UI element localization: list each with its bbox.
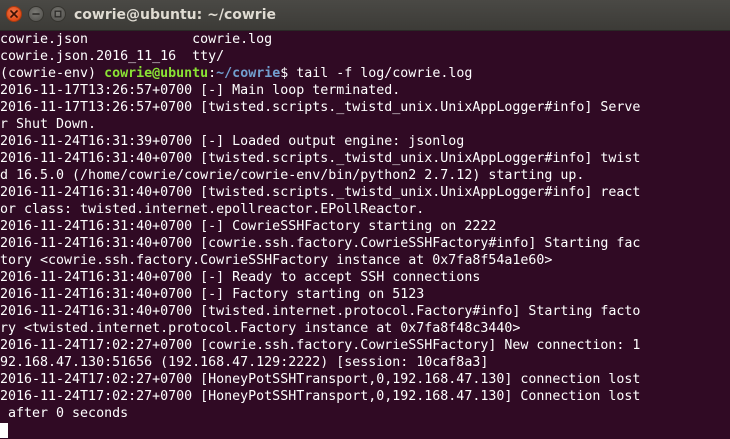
cursor-line bbox=[0, 422, 730, 439]
log-line: tory <cowrie.ssh.factory.CowrieSSHFactor… bbox=[0, 253, 553, 268]
log-line: 92.168.47.130:51656 (192.168.47.129:2222… bbox=[0, 355, 489, 370]
log-line: 2016-11-24T16:31:40+0700 [-] Ready to ac… bbox=[0, 270, 481, 285]
command-prompt-line: (cowrie-env) cowrie@ubuntu:~/cowrie$ tai… bbox=[0, 65, 730, 82]
log-line: 2016-11-24T16:31:40+0700 [-] Factory sta… bbox=[0, 287, 425, 302]
prompt-separator: : bbox=[208, 66, 217, 81]
minimize-icon bbox=[32, 13, 40, 15]
prompt-command: tail -f log/cowrie.log bbox=[296, 66, 473, 81]
log-line: 2016-11-24T17:02:27+0700 [HoneyPotSSHTra… bbox=[0, 372, 641, 387]
log-line: 2016-11-24T17:02:27+0700 [HoneyPotSSHTra… bbox=[0, 389, 641, 404]
window-title: cowrie@ubuntu: ~/cowrie bbox=[74, 7, 276, 23]
log-line: 2016-11-17T13:26:57+0700 [-] Main loop t… bbox=[0, 83, 401, 98]
log-line: r Shut Down. bbox=[0, 117, 97, 132]
terminal-window: cowrie@ubuntu: ~/cowrie cowrie.json cowr… bbox=[0, 0, 730, 439]
terminal-output[interactable]: cowrie.json cowrie.log cowrie.json.2016_… bbox=[0, 31, 730, 439]
maximize-button[interactable] bbox=[50, 6, 66, 22]
log-line: 2016-11-17T13:26:57+0700 [twisted.script… bbox=[0, 100, 641, 115]
log-line: after 0 seconds bbox=[0, 406, 129, 421]
log-line: 2016-11-24T17:02:27+0700 [cowrie.ssh.fac… bbox=[0, 338, 641, 353]
log-line: 2016-11-24T16:31:40+0700 [twisted.script… bbox=[0, 185, 641, 200]
ls-output-line: cowrie.json.2016_11_16 tty/ bbox=[0, 49, 225, 64]
terminal-scrollbar[interactable] bbox=[720, 31, 730, 439]
log-line: 2016-11-24T16:31:40+0700 [twisted.script… bbox=[0, 151, 641, 166]
log-line: d 16.5.0 (/home/cowrie/cowrie/cowrie-env… bbox=[0, 168, 585, 183]
title-bar[interactable]: cowrie@ubuntu: ~/cowrie bbox=[0, 0, 730, 31]
prompt-env: (cowrie-env) bbox=[0, 66, 105, 81]
log-line: or class: twisted.internet.epollreactor.… bbox=[0, 202, 425, 217]
prompt-dollar: $ bbox=[280, 66, 297, 81]
close-icon bbox=[10, 10, 18, 18]
log-line: 2016-11-24T16:31:40+0700 [twisted.intern… bbox=[0, 304, 641, 319]
prompt-path: ~/cowrie bbox=[216, 66, 281, 81]
prompt-userhost: cowrie@ubuntu bbox=[104, 66, 209, 81]
terminal-cursor bbox=[0, 423, 8, 438]
log-line: 2016-11-24T16:31:40+0700 [cowrie.ssh.fac… bbox=[0, 236, 641, 251]
log-line: 2016-11-24T16:31:39+0700 [-] Loaded outp… bbox=[0, 134, 465, 149]
log-line: ry <twisted.internet.protocol.Factory in… bbox=[0, 321, 521, 336]
close-button[interactable] bbox=[6, 6, 22, 22]
scrollbar-thumb[interactable] bbox=[724, 135, 728, 435]
log-line: 2016-11-24T16:31:40+0700 [-] CowrieSSHFa… bbox=[0, 219, 497, 234]
minimize-button[interactable] bbox=[28, 6, 44, 22]
ls-output-line: cowrie.json cowrie.log bbox=[0, 32, 273, 47]
maximize-icon bbox=[54, 10, 62, 18]
